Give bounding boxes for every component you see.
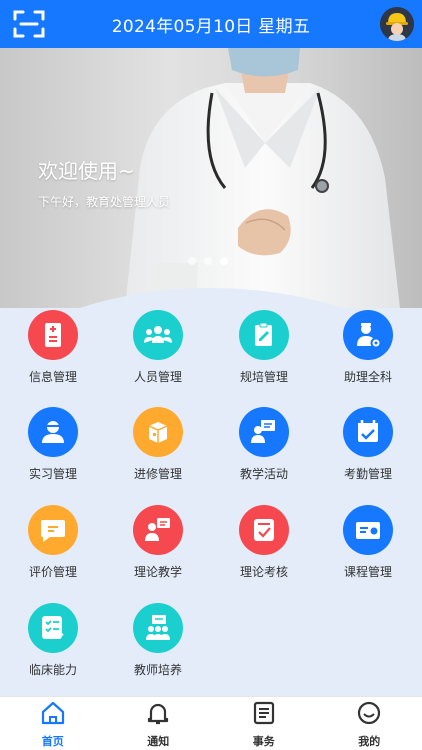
teacher-training-icon [133, 603, 183, 653]
calendar-check-icon [343, 407, 393, 457]
greeting-text: 下午好，教育处管理人员 [38, 195, 171, 209]
menu-item-label: 临床能力 [28, 663, 77, 677]
tab-label: 首页 [41, 734, 64, 748]
exam-paper-icon [239, 505, 289, 555]
menu-item-label: 评价管理 [28, 565, 77, 579]
menu-item[interactable]: 规培管理 [214, 310, 314, 385]
menu-item[interactable]: 助理全科 [318, 310, 418, 385]
tab-label: 事务 [252, 734, 275, 748]
menu-item[interactable]: 理论考核 [214, 505, 314, 580]
banner-carousel[interactable]: 欢迎使用~ 下午好，教育处管理人员 [0, 48, 422, 308]
doctor-gear-icon [343, 310, 393, 360]
tab-label: 我的 [358, 734, 381, 748]
tab-smile[interactable]: 我的 [317, 697, 422, 750]
menu-item[interactable]: 教学活动 [214, 407, 314, 482]
menu-item-label: 理论考核 [239, 565, 288, 579]
menu-item[interactable]: 进修管理 [108, 407, 208, 482]
package-icon [133, 407, 183, 457]
user-avatar[interactable] [380, 7, 414, 41]
people-group-icon [133, 310, 183, 360]
menu-item-label: 规培管理 [239, 370, 288, 384]
top-bar: 2024年05月10日 星期五 [0, 0, 422, 48]
welcome-text: 欢迎使用~ [38, 159, 135, 183]
menu-item[interactable]: 理论教学 [108, 505, 208, 580]
menu-item-label: 人员管理 [133, 370, 182, 384]
tab-label: 通知 [147, 734, 170, 748]
bell-icon [144, 699, 172, 731]
clinical-checklist-icon [28, 603, 78, 653]
tab-bell[interactable]: 通知 [106, 697, 212, 750]
menu-item[interactable]: 评价管理 [3, 505, 103, 580]
student-user-icon [28, 407, 78, 457]
menu-item-label: 教师培养 [133, 663, 182, 677]
scan-icon[interactable] [12, 8, 46, 40]
menu-item-label: 理论教学 [133, 565, 182, 579]
tab-list-doc[interactable]: 事务 [211, 697, 317, 750]
tab-home[interactable]: 首页 [0, 697, 106, 750]
lecture-icon [133, 505, 183, 555]
carousel-dot[interactable] [188, 257, 196, 265]
carousel-dot[interactable] [204, 257, 212, 265]
carousel-indicator [188, 257, 228, 265]
menu-item[interactable]: 实习管理 [3, 407, 103, 482]
current-date: 2024年05月10日 星期五 [111, 16, 311, 37]
smile-icon [355, 699, 383, 731]
menu-item[interactable]: 课程管理 [318, 505, 418, 580]
document-plus-icon [28, 310, 78, 360]
bottom-tab-bar: 首页 通知 事务 我的 [0, 696, 422, 750]
teacher-board-icon [239, 407, 289, 457]
menu-item[interactable]: 临床能力 [3, 603, 103, 678]
menu-item[interactable]: 信息管理 [3, 310, 103, 385]
course-card-icon [343, 505, 393, 555]
menu-item-label: 实习管理 [28, 467, 77, 481]
menu-item-label: 教学活动 [239, 467, 288, 481]
menu-item-label: 课程管理 [343, 565, 392, 579]
carousel-dot[interactable] [220, 257, 228, 265]
clipboard-edit-icon [239, 310, 289, 360]
list-doc-icon [250, 699, 278, 731]
menu-item[interactable]: 人员管理 [108, 310, 208, 385]
menu-item[interactable]: 教师培养 [108, 603, 208, 678]
menu-item-label: 进修管理 [133, 467, 182, 481]
menu-item[interactable]: 考勤管理 [318, 407, 418, 482]
menu-item-label: 信息管理 [28, 370, 77, 384]
home-icon [39, 699, 67, 731]
menu-item-label: 考勤管理 [343, 467, 392, 481]
menu-item-label: 助理全科 [343, 370, 392, 384]
chat-message-icon [28, 505, 78, 555]
